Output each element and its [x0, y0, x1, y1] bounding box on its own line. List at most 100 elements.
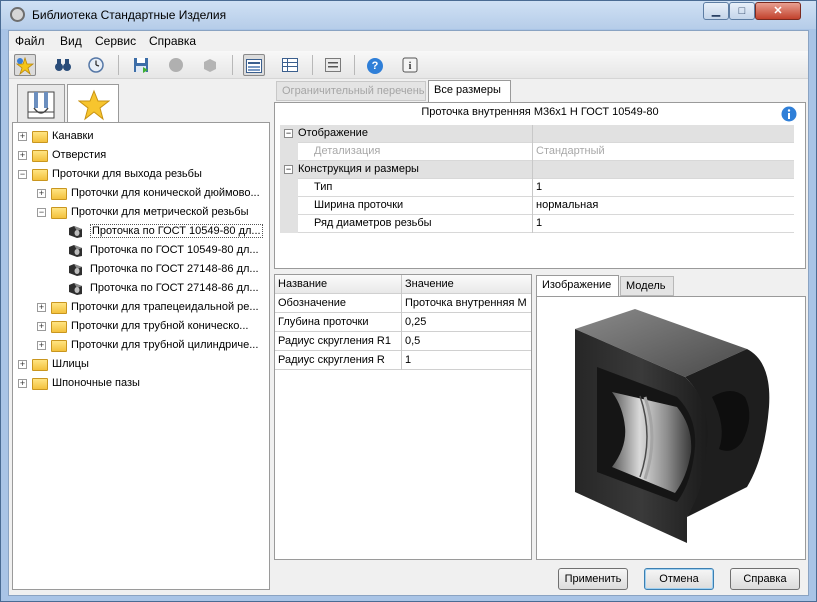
expand-icon[interactable]: + — [18, 151, 27, 160]
tree-item-label: Отверстия — [52, 149, 107, 161]
help-button[interactable]: Справка — [730, 568, 800, 590]
property-row[interactable]: Ширина проточки нормальная — [280, 197, 794, 215]
tree-item-label: Канавки — [52, 130, 94, 142]
tab-favorites[interactable] — [67, 84, 119, 126]
app-gear-icon — [10, 7, 25, 22]
collapse-icon[interactable]: − — [18, 170, 27, 179]
table-row[interactable]: Глубина проточки 0,25 — [275, 313, 531, 332]
cancel-button[interactable]: Отмена — [644, 568, 714, 590]
save-icon[interactable] — [130, 54, 152, 76]
title-bar[interactable]: Библиотека Стандартные Изделия ▁ □ ✕ — [1, 1, 816, 29]
expand-icon[interactable]: + — [18, 379, 27, 388]
window-title: Библиотека Стандартные Изделия — [32, 8, 227, 22]
apply-button[interactable]: Применить — [558, 568, 628, 590]
tab-model[interactable]: Модель — [620, 276, 674, 296]
binoculars-icon[interactable] — [52, 54, 74, 76]
tree-item[interactable]: + Отверстия — [13, 146, 269, 165]
menu-file[interactable]: Файл — [15, 34, 45, 48]
tree-item[interactable]: + Шпоночные пазы — [13, 374, 269, 393]
header-value[interactable]: Значение — [405, 278, 529, 290]
tree-item[interactable]: Проточка по ГОСТ 27148-86 дл... — [13, 260, 269, 279]
tree-item[interactable]: + Проточки для трубной цилиндриче... — [13, 336, 269, 355]
property-row[interactable]: Тип 1 — [280, 179, 794, 197]
collapse-icon[interactable]: − — [37, 208, 46, 217]
table-view-icon[interactable] — [279, 54, 301, 76]
shape-icon[interactable] — [199, 54, 221, 76]
property-name: Конструкция и размеры — [298, 163, 419, 175]
maximize-button[interactable]: □ — [729, 2, 755, 20]
tree-item[interactable]: − Проточки для выхода резьбы — [13, 165, 269, 184]
tab-limit-list[interactable]: Ограничительный перечень — [276, 81, 426, 101]
expand-icon[interactable]: + — [37, 303, 46, 312]
collapse-icon[interactable]: − — [284, 129, 293, 138]
expand-icon[interactable]: + — [37, 341, 46, 350]
cell-name: Радиус скругления R1 — [278, 335, 391, 347]
table-row[interactable]: Обозначение Проточка внутренняя М — [275, 294, 531, 313]
tree-item[interactable]: + Канавки — [13, 127, 269, 146]
property-name: Ряд диаметров резьбы — [314, 217, 432, 229]
property-tabs: Ограничительный перечень Все размеры — [274, 80, 806, 102]
table-row[interactable]: Радиус скругления R 1 — [275, 351, 531, 370]
tree-item[interactable]: + Шлицы — [13, 355, 269, 374]
tree-item-label: Проточки для трубной коническо... — [71, 320, 249, 332]
tab-image[interactable]: Изображение — [536, 275, 619, 297]
cell-value[interactable]: 1 — [405, 354, 529, 366]
tree-item[interactable]: Проточка по ГОСТ 10549-80 дл... — [13, 222, 269, 241]
left-tabs — [17, 84, 119, 126]
property-category[interactable]: − Отображение — [280, 125, 794, 143]
tree-item[interactable]: + Проточки для трапецеидальной ре... — [13, 298, 269, 317]
header-name[interactable]: Название — [278, 278, 327, 290]
cell-name: Глубина проточки — [278, 316, 369, 328]
cell-value[interactable]: 0,5 — [405, 335, 529, 347]
info-icon[interactable]: i — [399, 54, 421, 76]
property-value[interactable]: нормальная — [536, 199, 598, 211]
property-name: Ширина проточки — [314, 199, 404, 211]
folder-icon — [32, 378, 48, 390]
part-icon — [69, 226, 82, 238]
tree-item[interactable]: − Проточки для метрической резьбы — [13, 203, 269, 222]
tree-item-label: Проточки для конической дюймово... — [71, 187, 260, 199]
collapse-icon[interactable]: − — [284, 165, 293, 174]
tree-item[interactable]: + Проточки для конической дюймово... — [13, 184, 269, 203]
tab-all-sizes[interactable]: Все размеры — [428, 80, 511, 102]
tree-item[interactable]: Проточка по ГОСТ 27148-86 дл... — [13, 279, 269, 298]
menu-bar: Файл Вид Сервис Справка — [9, 31, 808, 50]
cell-value[interactable]: Проточка внутренняя М — [405, 297, 529, 309]
catalog-tree[interactable]: + Канавки + Отверстия − Проточки для выхода р… — [12, 122, 270, 590]
part-preview-image — [575, 309, 770, 543]
list-view-icon[interactable] — [322, 54, 344, 76]
property-name: Детализация — [314, 145, 381, 157]
preview-panel — [536, 296, 806, 560]
cell-value[interactable]: 0,25 — [405, 316, 529, 328]
property-row[interactable]: Ряд диаметров резьбы 1 — [280, 215, 794, 233]
table-row[interactable]: Радиус скругления R1 0,5 — [275, 332, 531, 351]
favorite-add-icon[interactable] — [14, 54, 36, 76]
minimize-button[interactable]: ▁ — [703, 2, 729, 20]
property-value[interactable]: 1 — [536, 217, 542, 229]
menu-help[interactable]: Справка — [149, 34, 196, 48]
info-icon[interactable] — [781, 106, 797, 125]
expand-icon[interactable]: + — [18, 132, 27, 141]
tree-item-label: Проточка по ГОСТ 10549-80 дл... — [90, 244, 259, 256]
tree-item-label: Проточка по ГОСТ 27148-86 дл... — [90, 282, 259, 294]
tree-item[interactable]: + Проточки для трубной коническо... — [13, 317, 269, 336]
property-value[interactable]: Стандартный — [536, 145, 605, 157]
menu-service[interactable]: Сервис — [95, 34, 136, 48]
property-category[interactable]: − Конструкция и размеры — [280, 161, 794, 179]
property-value[interactable]: 1 — [536, 181, 542, 193]
property-row[interactable]: Детализация Стандартный — [280, 143, 794, 161]
clock-icon[interactable] — [85, 54, 107, 76]
toolbar: ? i — [9, 51, 808, 79]
expand-icon[interactable]: + — [37, 322, 46, 331]
close-button[interactable]: ✕ — [755, 2, 801, 20]
circle-icon[interactable] — [165, 54, 187, 76]
catalog-icon — [27, 91, 55, 119]
menu-view[interactable]: Вид — [60, 34, 82, 48]
expand-icon[interactable]: + — [37, 189, 46, 198]
tree-item[interactable]: Проточка по ГОСТ 10549-80 дл... — [13, 241, 269, 260]
folder-icon — [32, 359, 48, 371]
tab-catalog[interactable] — [17, 84, 65, 124]
help-icon[interactable]: ? — [364, 54, 386, 76]
expand-icon[interactable]: + — [18, 360, 27, 369]
grid-view-icon[interactable] — [243, 54, 265, 76]
